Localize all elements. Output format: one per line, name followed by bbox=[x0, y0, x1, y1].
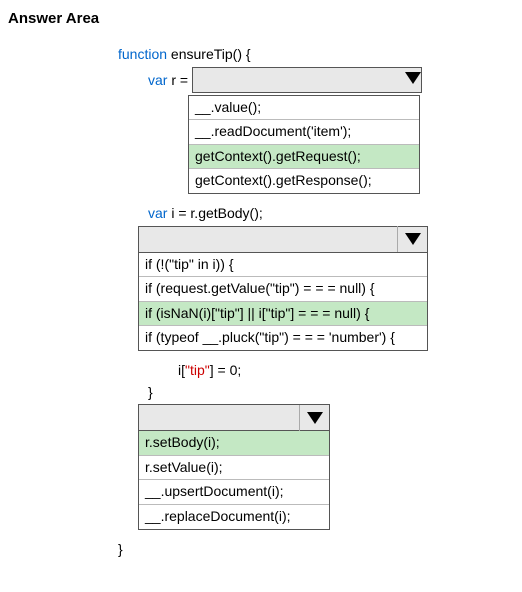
fn-declaration: function ensureTip() { bbox=[118, 45, 514, 65]
dropdown-option[interactable]: __.value(); bbox=[189, 96, 419, 121]
dropdown-1[interactable]: __.value();__.readDocument('item');getCo… bbox=[188, 95, 420, 194]
brace-close: } bbox=[118, 383, 514, 403]
tip-assign-line: i["tip"] = 0; bbox=[118, 361, 514, 381]
var-i-line: var i = r.getBody(); bbox=[118, 204, 514, 224]
dropdown-option[interactable]: getContext().getRequest(); bbox=[189, 145, 419, 170]
var-r-line: var r = bbox=[118, 67, 514, 93]
fn-keyword: function bbox=[118, 46, 167, 62]
dropdown-option[interactable]: r.setValue(i); bbox=[139, 456, 329, 481]
dropdown-2[interactable]: if (!("tip" in i)) {if (request.getValue… bbox=[138, 226, 428, 351]
brace-close-outer: } bbox=[118, 540, 514, 560]
chevron-down-icon bbox=[299, 405, 329, 431]
fn-name: ensureTip() { bbox=[167, 46, 251, 62]
dropdown-3[interactable]: r.setBody(i);r.setValue(i);__.upsertDocu… bbox=[138, 404, 330, 529]
dropdown-option[interactable]: __.replaceDocument(i); bbox=[139, 505, 329, 529]
dropdown-option[interactable]: if (isNaN(i)["tip"] || i["tip"] = = = nu… bbox=[139, 302, 427, 327]
dropdown-option[interactable]: if (typeof __.pluck("tip") = = = 'number… bbox=[139, 326, 427, 350]
tip-str: "tip" bbox=[185, 362, 210, 378]
chevron-down-icon bbox=[405, 70, 421, 90]
dropdown-option[interactable]: r.setBody(i); bbox=[139, 431, 329, 456]
dropdown-option[interactable]: if (!("tip" in i)) { bbox=[139, 253, 427, 278]
dropdown-option[interactable]: getContext().getResponse(); bbox=[189, 169, 419, 193]
i-assign-text: i = r.getBody(); bbox=[167, 205, 262, 221]
r-assign-text: r = bbox=[167, 72, 188, 88]
code-snippet: function ensureTip() { var r = __.value(… bbox=[118, 45, 514, 559]
page-title: Answer Area bbox=[8, 10, 514, 27]
var-keyword: var bbox=[148, 205, 167, 221]
tip-pre: i[ bbox=[178, 362, 185, 378]
dropdown-option[interactable]: if (request.getValue("tip") = = = null) … bbox=[139, 277, 427, 302]
dropdown-3-header[interactable] bbox=[139, 405, 329, 431]
dropdown-1-header[interactable] bbox=[192, 67, 422, 93]
var-keyword: var bbox=[148, 72, 167, 88]
chevron-down-icon bbox=[397, 226, 427, 252]
dropdown-option[interactable]: __.upsertDocument(i); bbox=[139, 480, 329, 505]
dropdown-option[interactable]: __.readDocument('item'); bbox=[189, 120, 419, 145]
tip-post: ] = 0; bbox=[210, 362, 242, 378]
dropdown-2-header[interactable] bbox=[139, 227, 427, 253]
